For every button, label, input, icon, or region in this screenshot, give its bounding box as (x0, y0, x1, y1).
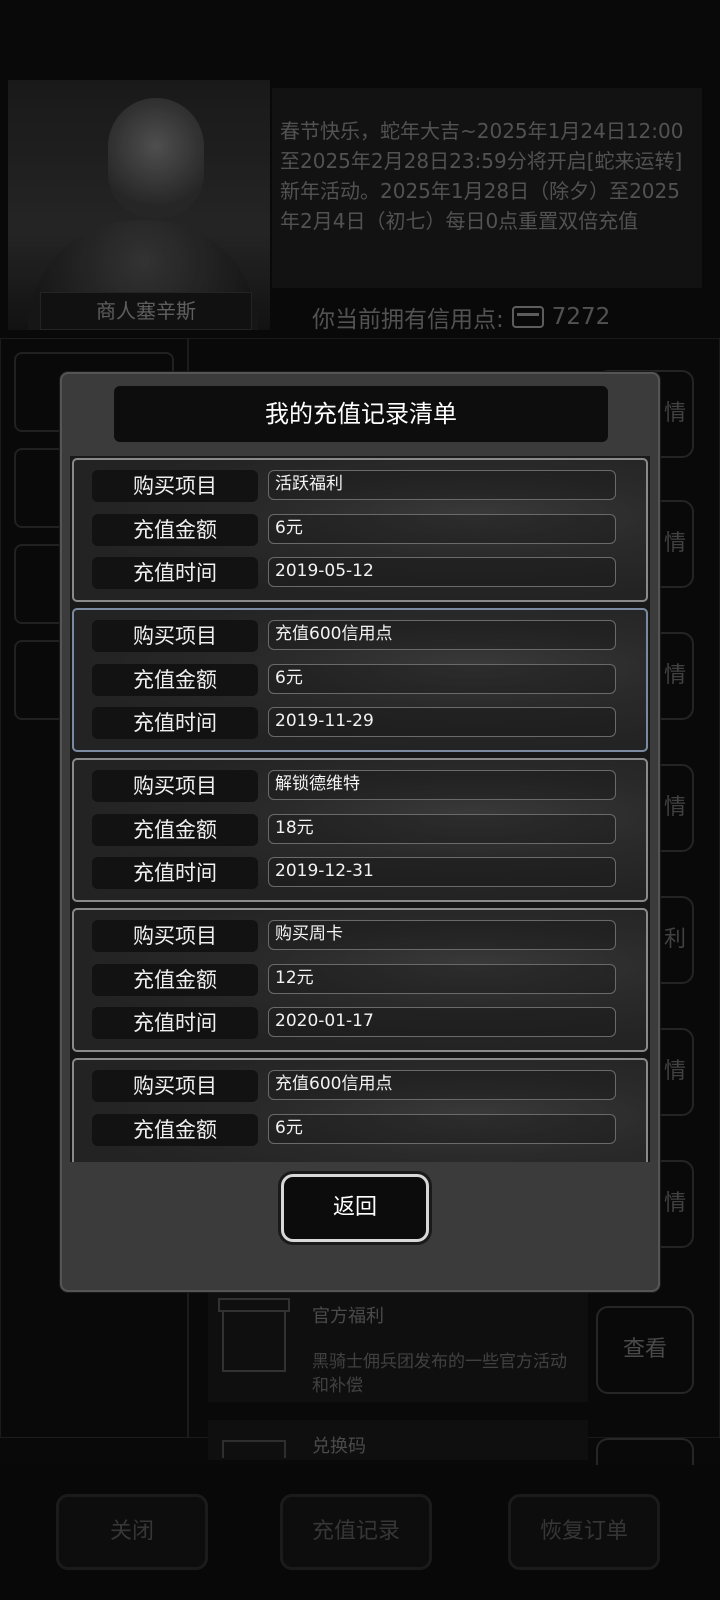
amount-label: 充值金额 (92, 964, 258, 996)
item-value: 购买周卡 (268, 920, 616, 950)
item-label: 购买项目 (92, 1070, 258, 1102)
record-amount-row: 充值金额 6元 (92, 514, 632, 546)
amount-label: 充值金额 (92, 664, 258, 696)
back-button[interactable]: 返回 (281, 1174, 429, 1242)
amount-value: 6元 (268, 514, 616, 544)
record-item-row: 购买项目 活跃福利 (92, 470, 632, 502)
time-label: 充值时间 (92, 1007, 258, 1039)
record-time-row: 充值时间 2019-12-31 (92, 857, 632, 889)
time-label: 充值时间 (92, 707, 258, 739)
record-card: 购买项目 充值600信用点 充值金额 6元 充值时间 2019-11-29 (72, 608, 648, 752)
record-item-row: 购买项目 充值600信用点 (92, 1070, 632, 1102)
record-card: 购买项目 购买周卡 充值金额 12元 充值时间 2020-01-17 (72, 908, 648, 1052)
amount-label: 充值金额 (92, 814, 258, 846)
dialog-title: 我的充值记录清单 (114, 386, 608, 442)
item-value: 活跃福利 (268, 470, 616, 500)
records-list[interactable]: 购买项目 活跃福利 充值金额 6元 充值时间 2019-05-12 购买项目 充… (70, 456, 650, 1162)
time-label: 充值时间 (92, 857, 258, 889)
amount-value: 6元 (268, 1114, 616, 1144)
item-value: 充值600信用点 (268, 1070, 616, 1100)
time-value: 2019-05-12 (268, 557, 616, 587)
record-item-row: 购买项目 购买周卡 (92, 920, 632, 952)
item-label: 购买项目 (92, 920, 258, 952)
record-item-row: 购买项目 解锁德维特 (92, 770, 632, 802)
time-label: 充值时间 (92, 557, 258, 589)
time-value: 2020-01-17 (268, 1007, 616, 1037)
record-amount-row: 充值金额 6元 (92, 664, 632, 696)
record-time-row: 充值时间 2019-11-29 (92, 707, 632, 739)
record-amount-row: 充值金额 12元 (92, 964, 632, 996)
record-time-row: 充值时间 2019-05-12 (92, 557, 632, 589)
record-card: 购买项目 活跃福利 充值金额 6元 充值时间 2019-05-12 (72, 458, 648, 602)
amount-value: 18元 (268, 814, 616, 844)
item-value: 解锁德维特 (268, 770, 616, 800)
record-amount-row: 充值金额 18元 (92, 814, 632, 846)
item-value: 充值600信用点 (268, 620, 616, 650)
time-value: 2019-12-31 (268, 857, 616, 887)
amount-label: 充值金额 (92, 1114, 258, 1146)
record-card: 购买项目 充值600信用点 充值金额 6元 (72, 1058, 648, 1162)
item-label: 购买项目 (92, 620, 258, 652)
record-amount-row: 充值金额 6元 (92, 1114, 632, 1146)
item-label: 购买项目 (92, 470, 258, 502)
record-card: 购买项目 解锁德维特 充值金额 18元 充值时间 2019-12-31 (72, 758, 648, 902)
record-item-row: 购买项目 充值600信用点 (92, 620, 632, 652)
record-time-row: 充值时间 2020-01-17 (92, 1007, 632, 1039)
amount-value: 12元 (268, 964, 616, 994)
amount-value: 6元 (268, 664, 616, 694)
recharge-records-dialog: 我的充值记录清单 购买项目 活跃福利 充值金额 6元 充值时间 2019-05-… (60, 372, 660, 1292)
time-value: 2019-11-29 (268, 707, 616, 737)
amount-label: 充值金额 (92, 514, 258, 546)
item-label: 购买项目 (92, 770, 258, 802)
